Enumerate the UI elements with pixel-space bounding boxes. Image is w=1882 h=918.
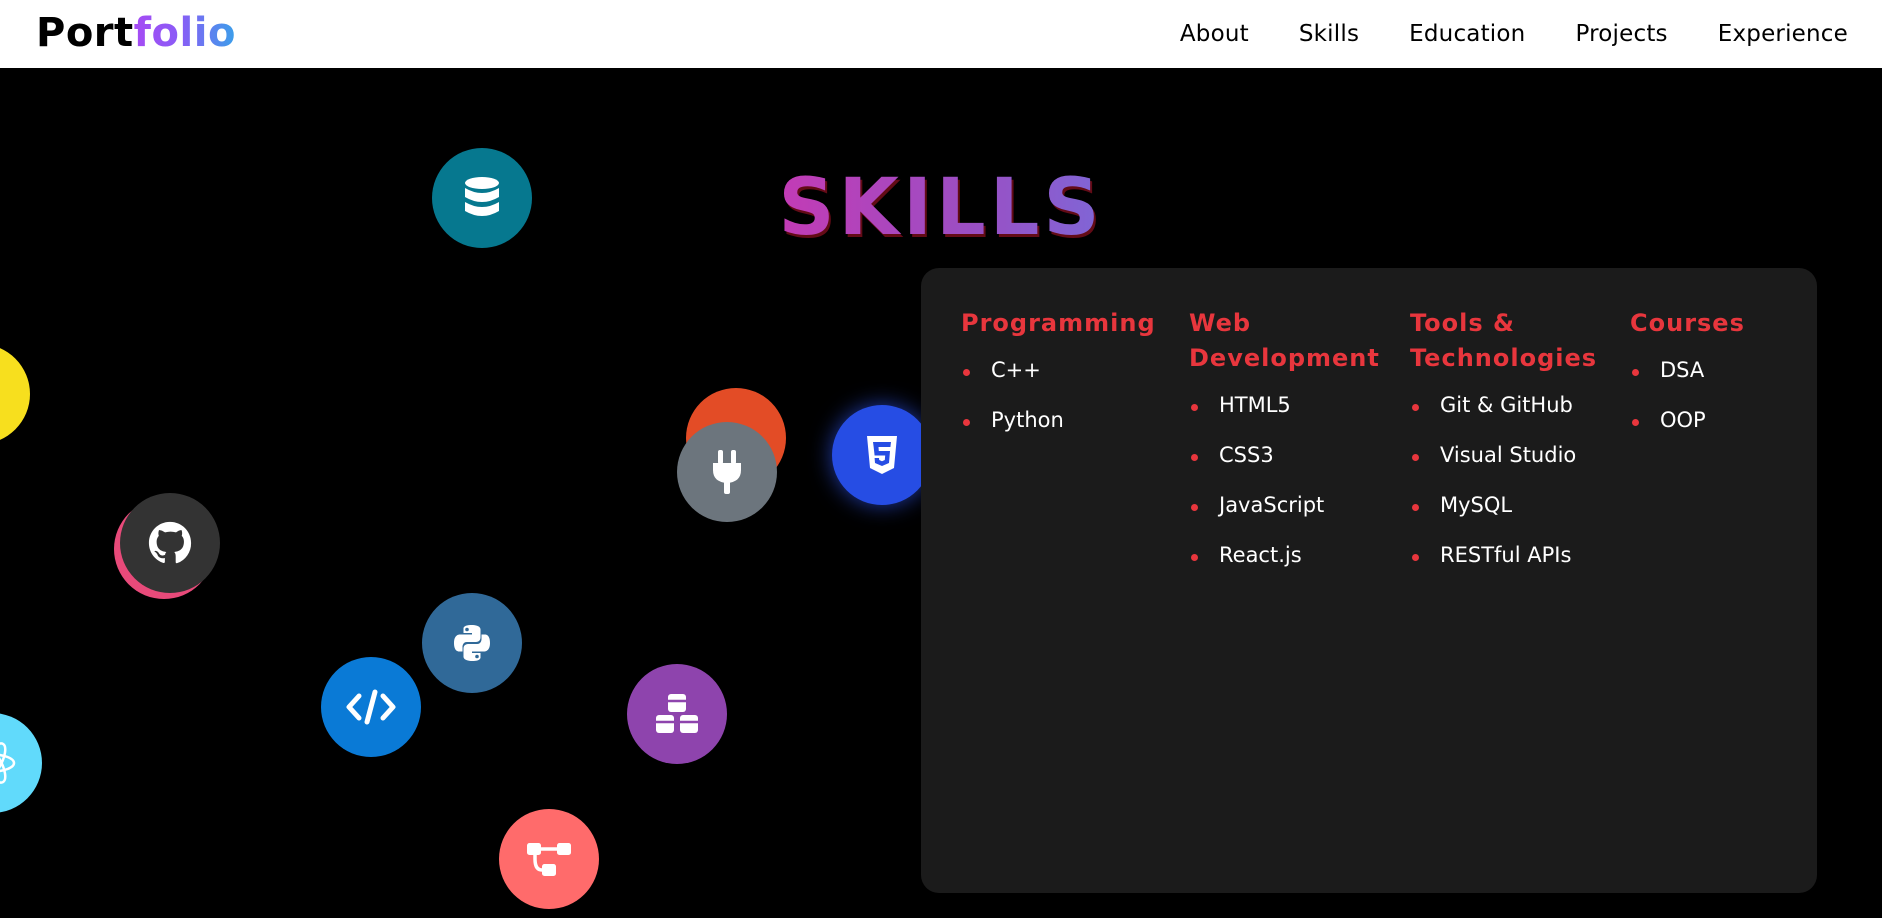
javascript-icon xyxy=(0,344,30,444)
bullet-icon xyxy=(1191,404,1198,411)
logo[interactable]: Portfolio xyxy=(36,9,236,57)
nav-link-experience[interactable]: Experience xyxy=(1718,21,1848,47)
bullet-icon xyxy=(1412,454,1419,461)
skill-item: Python xyxy=(961,407,1161,433)
python-icon xyxy=(422,593,522,693)
skill-category-tools: Tools & Technologies Git & GitHub Visual… xyxy=(1410,306,1610,592)
skill-item: RESTful APIs xyxy=(1410,542,1610,568)
nav-link-about[interactable]: About xyxy=(1180,21,1249,47)
skill-item-label: RESTful APIs xyxy=(1440,543,1572,567)
skill-item-label: OOP xyxy=(1660,408,1706,432)
skill-list-programming: C++ Python xyxy=(961,357,1161,433)
bullet-icon xyxy=(963,369,970,376)
bullet-icon xyxy=(1412,404,1419,411)
skill-item: Git & GitHub xyxy=(1410,392,1610,418)
nav-link-projects[interactable]: Projects xyxy=(1575,21,1667,47)
skill-item-label: Python xyxy=(991,408,1064,432)
skill-item-label: React.js xyxy=(1219,543,1302,567)
category-title-tools: Tools & Technologies xyxy=(1410,309,1598,372)
github-icon xyxy=(120,493,220,593)
bullet-icon xyxy=(1412,554,1419,561)
category-title-programming: Programming xyxy=(961,309,1156,337)
bullet-icon xyxy=(1191,554,1198,561)
skill-category-web-development: Web Development HTML5 CSS3 JavaScript Re… xyxy=(1189,306,1379,592)
skill-category-programming: Programming C++ Python xyxy=(961,306,1161,457)
skill-item-label: JavaScript xyxy=(1219,493,1325,517)
plug-icon xyxy=(677,422,777,522)
skill-item: MySQL xyxy=(1410,492,1610,518)
skill-item-label: Git & GitHub xyxy=(1440,393,1573,417)
main-nav: About Skills Education Projects Experien… xyxy=(1180,0,1848,68)
bullet-icon xyxy=(1191,454,1198,461)
skill-item: C++ xyxy=(961,357,1161,383)
skill-list-courses: DSA OOP xyxy=(1630,357,1790,433)
react-icon xyxy=(0,713,42,813)
skill-item: CSS3 xyxy=(1189,442,1379,468)
bullet-icon xyxy=(1632,369,1639,376)
skill-list-web-development: HTML5 CSS3 JavaScript React.js xyxy=(1189,392,1379,568)
nav-link-skills[interactable]: Skills xyxy=(1299,21,1359,47)
logo-part-1: Port xyxy=(36,10,134,56)
category-title-web-development: Web Development xyxy=(1189,309,1380,372)
skill-item: HTML5 xyxy=(1189,392,1379,418)
skill-category-courses: Courses DSA OOP xyxy=(1630,306,1790,457)
skill-item: DSA xyxy=(1630,357,1790,383)
skill-item: JavaScript xyxy=(1189,492,1379,518)
skill-list-tools: Git & GitHub Visual Studio MySQL RESTful… xyxy=(1410,392,1610,568)
nav-link-education[interactable]: Education xyxy=(1409,21,1525,47)
logo-part-2: folio xyxy=(133,10,236,56)
skill-item: Visual Studio xyxy=(1410,442,1610,468)
code-icon xyxy=(321,657,421,757)
skill-item-label: CSS3 xyxy=(1219,443,1274,467)
skill-item-label: DSA xyxy=(1660,358,1705,382)
skills-title: SKILLS xyxy=(0,163,1882,253)
git-branch-icon xyxy=(499,809,599,909)
css3-icon xyxy=(832,405,932,505)
skill-item: React.js xyxy=(1189,542,1379,568)
bullet-icon xyxy=(1412,504,1419,511)
category-title-courses: Courses xyxy=(1630,309,1745,337)
cubes-icon xyxy=(627,664,727,764)
skill-item: OOP xyxy=(1630,407,1790,433)
skill-item-label: HTML5 xyxy=(1219,393,1291,417)
skills-title-text: SKILLS xyxy=(778,163,1104,253)
navbar: Portfolio About Skills Education Project… xyxy=(0,0,1882,68)
skill-item-label: MySQL xyxy=(1440,493,1513,517)
bullet-icon xyxy=(1191,504,1198,511)
skill-item-label: Visual Studio xyxy=(1440,443,1577,467)
skills-card: Programming C++ Python Web Development H… xyxy=(921,268,1817,893)
bullet-icon xyxy=(1632,419,1639,426)
bullet-icon xyxy=(963,419,970,426)
skill-item-label: C++ xyxy=(991,358,1041,382)
